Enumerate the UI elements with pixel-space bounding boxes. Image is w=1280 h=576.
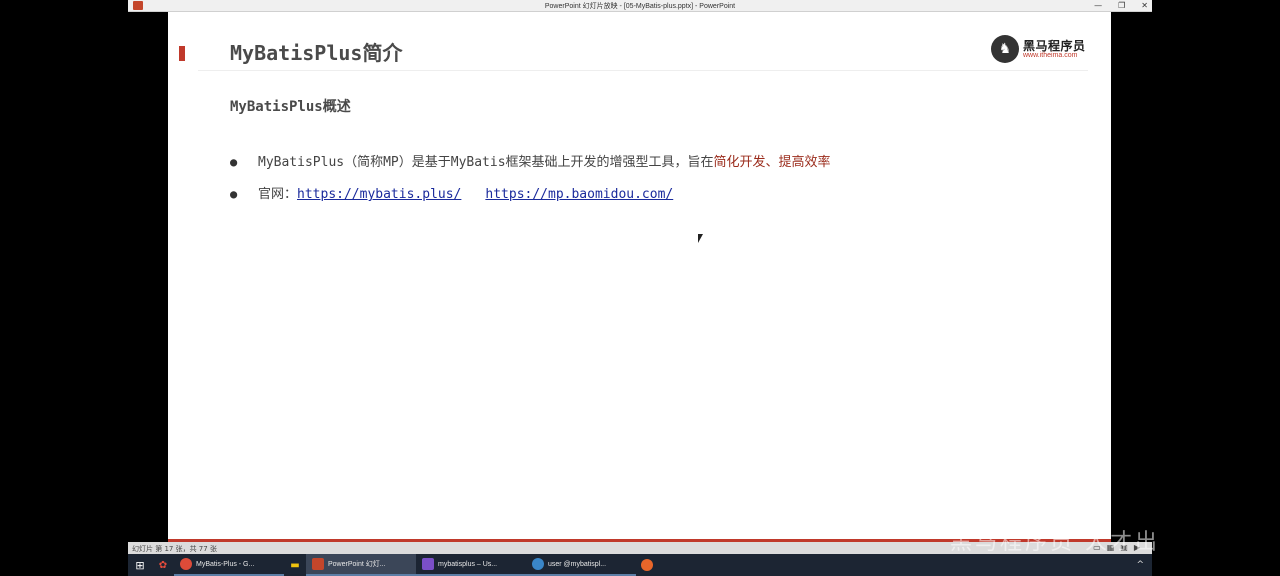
- taskbar-item-label: mybatisplus – Us...: [438, 560, 498, 568]
- bullet-item-intro: ● MyBatisPlus（简称MP）是基于MyBatis框架基础上开发的增强型工…: [230, 151, 831, 170]
- bullet-text: MyBatisPlus（简称MP）是基于MyBatis框架基础上开发的增强型工具…: [258, 155, 714, 170]
- file-explorer-icon[interactable]: ▬: [284, 554, 306, 576]
- link-baomidou[interactable]: https://mp.baomidou.com/: [485, 187, 673, 202]
- chrome-icon: [180, 558, 192, 570]
- postman-icon[interactable]: [636, 554, 658, 576]
- website-label: 官网：: [258, 187, 298, 202]
- windows-start-icon[interactable]: ⊞: [128, 554, 152, 576]
- taskbar-item-label: PowerPoint 幻灯...: [328, 561, 386, 568]
- link-mybatis-plus[interactable]: https://mybatis.plus/: [297, 187, 461, 202]
- taskbar-item-powerpoint[interactable]: PowerPoint 幻灯...: [306, 554, 416, 576]
- slide[interactable]: MyBatisPlus简介 ♞ 黑马程序员 www.itheima.com My…: [168, 12, 1111, 542]
- itheima-logo: ♞ 黑马程序员 www.itheima.com: [991, 34, 1087, 64]
- mouse-cursor-icon: [698, 234, 703, 243]
- bullet-highlight: 简化开发、提高效率: [713, 155, 831, 170]
- section-heading: MyBatisPlus概述: [230, 99, 351, 115]
- restore-button[interactable]: ❐: [1118, 0, 1125, 11]
- database-icon: [532, 558, 544, 570]
- taskbar-item-intellij[interactable]: mybatisplus – Us...: [416, 554, 526, 576]
- watermark-text: 黑马程序员 人才出: [950, 530, 1160, 555]
- slide-title: MyBatisPlus简介: [230, 41, 403, 65]
- close-button[interactable]: ✕: [1141, 0, 1148, 11]
- window-titlebar: PowerPoint 幻灯片放映 - [05-MyBatis-plus.pptx…: [128, 0, 1152, 12]
- bullet-dot-icon: ●: [230, 187, 238, 201]
- window-controls: — ❐ ✕: [1094, 0, 1148, 11]
- tray-expand-icon[interactable]: ^: [1136, 560, 1152, 570]
- screen: PowerPoint 幻灯片放映 - [05-MyBatis-plus.pptx…: [0, 0, 1280, 576]
- taskbar-item-label: MyBatis-Plus - G...: [196, 560, 255, 568]
- title-divider: [198, 70, 1088, 71]
- window-title: PowerPoint 幻灯片放映 - [05-MyBatis-plus.pptx…: [544, 3, 736, 10]
- bullet-item-website: ● 官网：https://mybatis.plus/https://mp.baom…: [230, 183, 673, 202]
- intellij-icon: [422, 558, 434, 570]
- powerpoint-icon: [312, 558, 324, 570]
- logo-url: www.itheima.com: [1023, 52, 1078, 59]
- bullet-dot-icon: ●: [230, 155, 238, 169]
- title-accent-bar: [179, 46, 185, 61]
- taskbar-item-chrome[interactable]: MyBatis-Plus - G...: [174, 554, 284, 576]
- slide-counter: 幻灯片 第 17 张，共 77 张: [132, 545, 217, 553]
- app-tray-icon[interactable]: ✿: [152, 554, 174, 576]
- minimize-button[interactable]: —: [1094, 0, 1102, 11]
- taskbar-item-database[interactable]: user @mybatispl...: [526, 554, 636, 576]
- windows-taskbar: ⊞ ✿ MyBatis-Plus - G... ▬ PowerPoint 幻灯.…: [128, 554, 1152, 576]
- taskbar-item-label: user @mybatispl...: [548, 560, 607, 568]
- horse-logo-icon: ♞: [991, 35, 1019, 63]
